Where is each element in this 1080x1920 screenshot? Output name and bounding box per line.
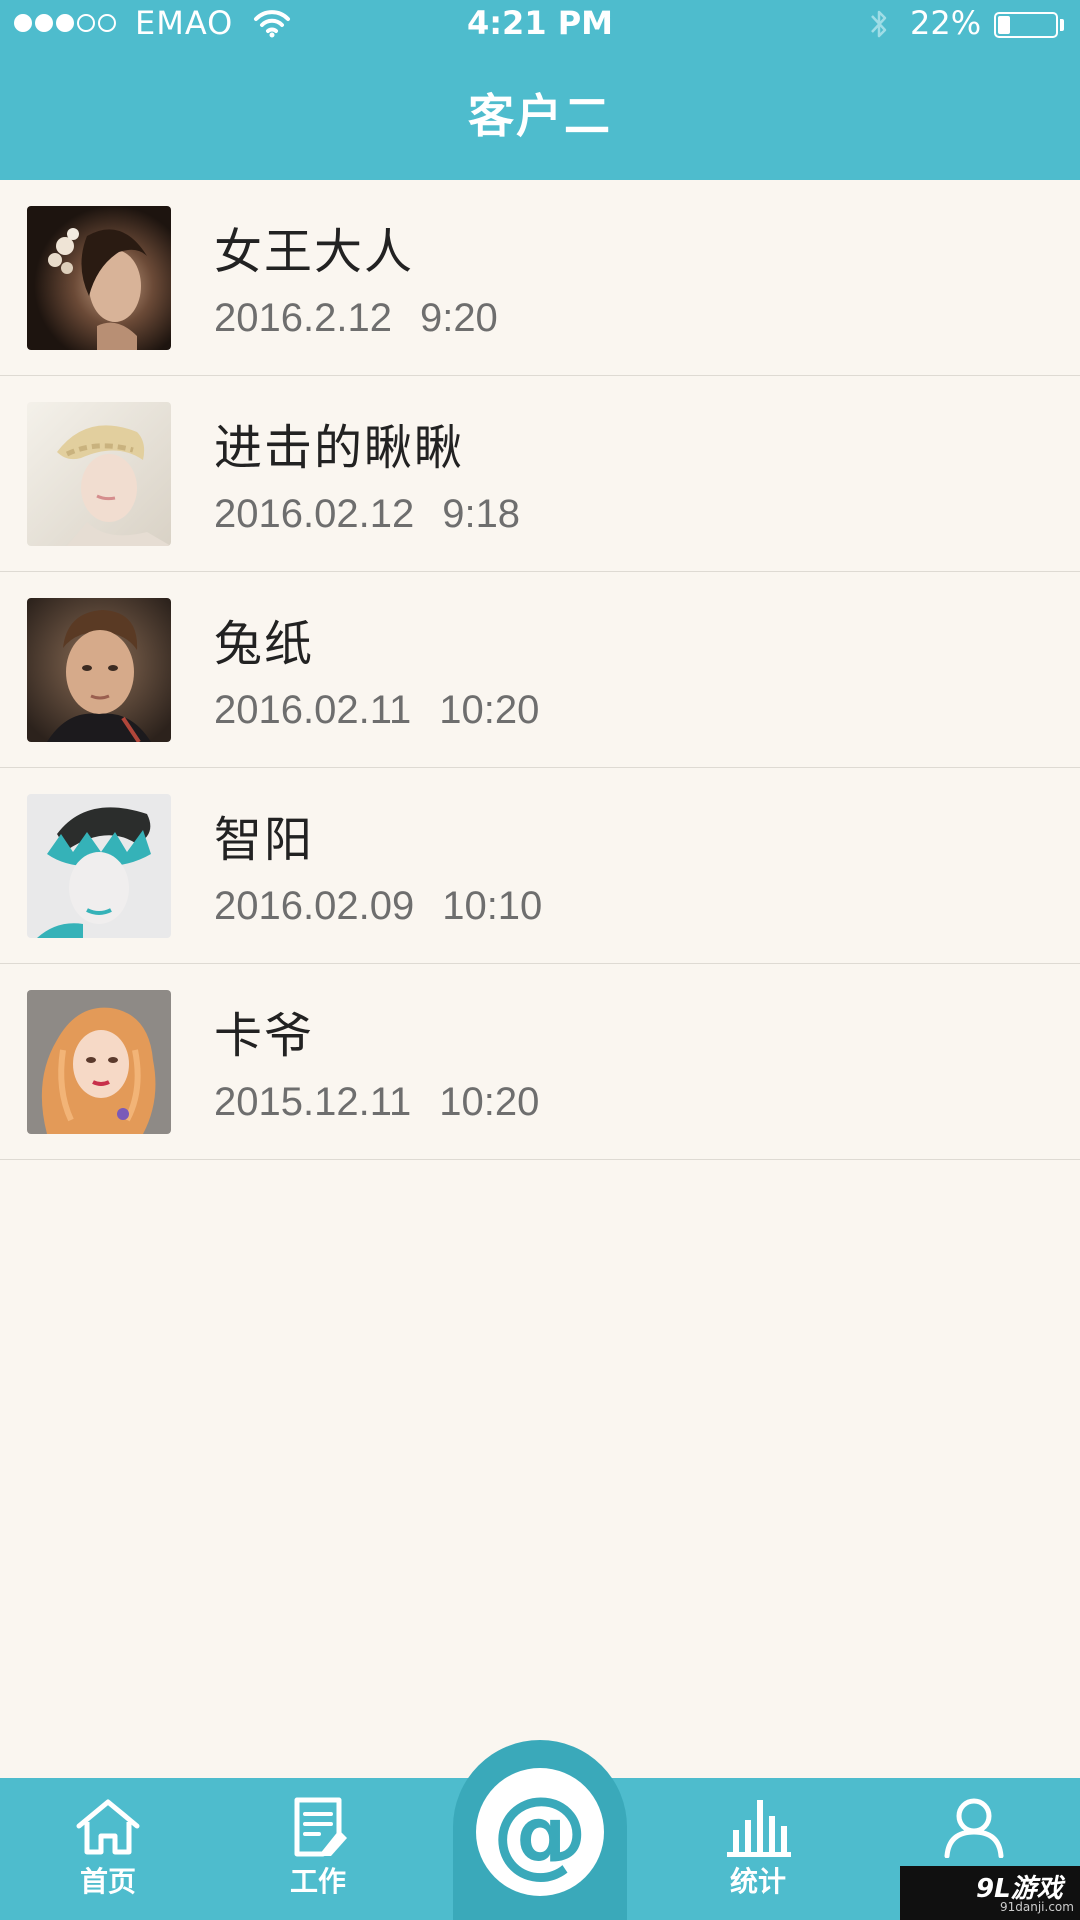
client-date: 2016.2.12	[214, 296, 392, 340]
blonde-woman-braid-portrait	[27, 402, 171, 546]
client-date: 2015.12.11	[214, 1080, 412, 1124]
client-timestamp: 2016.2.12 9:20	[214, 296, 498, 341]
bar-chart-icon	[727, 1800, 791, 1857]
man-portrait	[27, 598, 171, 742]
bluetooth-icon	[871, 10, 887, 38]
tab-stats-label: 统计	[729, 1865, 786, 1898]
client-time: 9:20	[419, 296, 498, 340]
page-title: 客户二	[468, 89, 612, 143]
user-icon	[944, 1798, 1004, 1858]
site-watermark: 9L游戏 91danji.com	[900, 1866, 1080, 1920]
status-bar: EMAO 4:21 PM 22%	[0, 0, 1080, 50]
client-name: 兔纸	[214, 616, 315, 672]
tab-home[interactable]: 首页	[38, 1796, 178, 1912]
tab-work-label: 工作	[289, 1865, 346, 1898]
anime-man-headband-portrait	[27, 794, 171, 938]
document-edit-icon	[294, 1797, 347, 1857]
client-row[interactable]: 女王大人 2016.2.12 9:20	[0, 180, 1080, 376]
client-date: 2016.02.12	[214, 492, 415, 536]
client-list: 女王大人 2016.2.12 9:20 进击的瞅瞅 2016.02.12 9:1…	[0, 180, 1080, 1160]
client-name: 女王大人	[214, 224, 415, 280]
avatar	[27, 990, 171, 1134]
client-time: 10:10	[442, 884, 543, 928]
client-date: 2016.02.09	[214, 884, 415, 928]
client-name: 卡爷	[214, 1008, 315, 1064]
avatar	[27, 598, 171, 742]
client-row[interactable]: 智阳 2016.02.09 10:10	[0, 768, 1080, 964]
watermark-url: 91danji.com	[1000, 1900, 1074, 1914]
battery-level-fill	[998, 16, 1010, 34]
client-time: 9:18	[442, 492, 521, 536]
tab-work[interactable]: 工作	[248, 1796, 388, 1912]
client-timestamp: 2016.02.11 10:20	[214, 688, 539, 733]
tab-stats[interactable]: 统计	[688, 1796, 828, 1912]
top-bar: EMAO 4:21 PM 22% 客户二	[0, 0, 1080, 180]
tab-home-label: 首页	[79, 1865, 136, 1898]
client-timestamp: 2016.02.09 10:10	[214, 884, 542, 929]
battery-tip	[1060, 19, 1064, 31]
avatar	[27, 206, 171, 350]
client-time: 10:20	[439, 1080, 540, 1124]
client-row[interactable]: 卡爷 2015.12.11 10:20	[0, 964, 1080, 1160]
client-timestamp: 2015.12.11 10:20	[214, 1080, 539, 1125]
client-name: 智阳	[214, 812, 315, 868]
battery-percent: 22%	[910, 4, 982, 42]
client-time: 10:20	[439, 688, 540, 732]
center-at-button[interactable]: @	[476, 1768, 604, 1896]
client-row[interactable]: 进击的瞅瞅 2016.02.12 9:18	[0, 376, 1080, 572]
battery-icon	[994, 12, 1058, 38]
client-row[interactable]: 兔纸 2016.02.11 10:20	[0, 572, 1080, 768]
avatar	[27, 794, 171, 938]
client-timestamp: 2016.02.12 9:18	[214, 492, 520, 537]
at-icon: @	[492, 1776, 588, 1888]
woman-flower-portrait	[27, 206, 171, 350]
client-name: 进击的瞅瞅	[214, 420, 465, 476]
redhead-woman-portrait	[27, 990, 171, 1134]
home-icon	[76, 1799, 140, 1855]
avatar	[27, 402, 171, 546]
client-date: 2016.02.11	[214, 688, 412, 732]
